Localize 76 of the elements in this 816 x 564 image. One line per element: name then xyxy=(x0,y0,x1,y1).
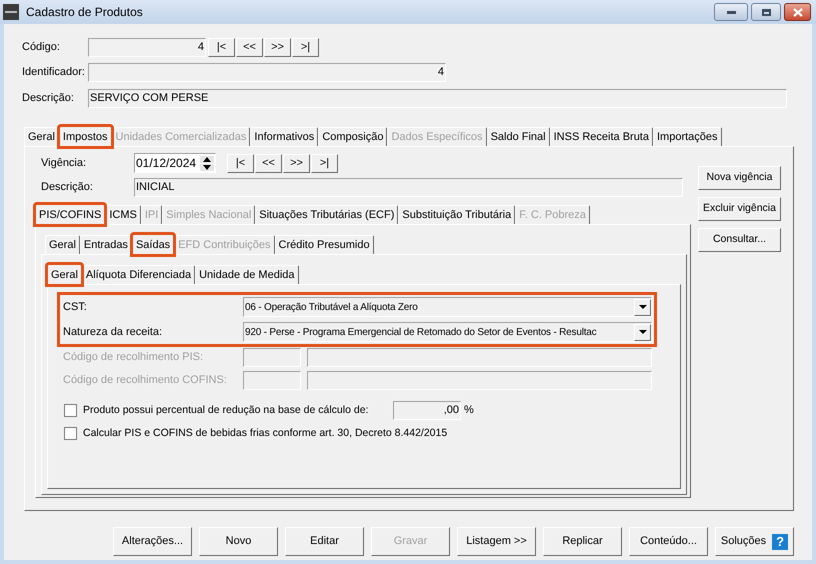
tab[interactable]: Alíquota Diferenciada xyxy=(82,265,196,284)
nav-button[interactable]: |< xyxy=(227,154,254,172)
tab[interactable]: Composição xyxy=(318,127,388,146)
tab[interactable]: Unidade de Medida xyxy=(195,265,298,284)
dropdown-button[interactable] xyxy=(634,324,651,340)
checkbox-label: Produto possui percentual de redução na base de cálculo de: xyxy=(83,402,370,418)
date-value: 01/12/2024 xyxy=(135,155,196,172)
dropdown-button[interactable] xyxy=(634,298,651,316)
window-title: Cadastro de Produtos xyxy=(26,4,143,21)
nav-button[interactable]: >| xyxy=(292,38,319,57)
nav-button[interactable]: >> xyxy=(264,38,291,57)
caret-icon xyxy=(638,305,646,309)
tab[interactable]: Saldo Final xyxy=(486,127,550,146)
checkbox[interactable] xyxy=(64,404,77,417)
field-label: CST: xyxy=(63,300,88,315)
dropdown-value: 920 - Perse - Programa Emergencial de Retomado do Setor de Eventos - Resultac xyxy=(244,326,598,340)
close-icon[interactable] xyxy=(792,8,802,16)
text-field[interactable] xyxy=(307,371,652,390)
nav-button[interactable]: << xyxy=(236,38,263,57)
date-field[interactable]: 01/12/2024 xyxy=(134,153,216,173)
dropdown-value: 06 - Operação Tributável a Alíquota Zero xyxy=(244,300,419,314)
caret-icon xyxy=(638,330,646,334)
action-button[interactable]: Listagem >> xyxy=(457,527,536,556)
field-label: Descrição: xyxy=(41,180,94,196)
app-icon xyxy=(3,4,19,20)
help-icon: ? xyxy=(772,534,788,550)
nav-button[interactable]: >| xyxy=(311,154,338,172)
dropdown-field[interactable]: 920 - Perse - Programa Emergencial de Retomado do Setor de Eventos - Resultac xyxy=(243,322,652,342)
side-button[interactable]: Excluir vigência xyxy=(698,197,781,221)
text-field[interactable]: ,00 xyxy=(393,401,461,420)
action-button[interactable]: Soluções ? xyxy=(715,527,794,556)
side-button[interactable]: Consultar... xyxy=(698,228,781,252)
action-button[interactable]: Replicar xyxy=(543,527,622,556)
tab[interactable]: Substituição Tributária xyxy=(398,205,516,224)
up-arrow-icon[interactable] xyxy=(200,156,214,162)
tab[interactable]: INSS Receita Bruta xyxy=(550,127,653,146)
minimize-button[interactable] xyxy=(714,3,748,21)
action-button[interactable]: Editar xyxy=(285,527,364,556)
action-button[interactable]: Alterações... xyxy=(113,527,192,556)
field-label: Código de recolhimento PIS: xyxy=(63,350,204,366)
tab[interactable]: Geral xyxy=(47,264,82,285)
text-field[interactable]: 4 xyxy=(88,63,446,82)
field-label: Código: xyxy=(22,40,61,56)
tab[interactable]: Geral xyxy=(45,235,80,254)
field-label: Natureza da receita: xyxy=(63,324,164,340)
tab[interactable]: Entradas xyxy=(80,235,132,254)
maximize-button[interactable] xyxy=(751,3,781,21)
action-button[interactable]: Novo xyxy=(199,527,278,556)
tab[interactable]: Importações xyxy=(652,127,722,146)
field-label: Identificador: xyxy=(22,65,86,80)
tab[interactable]: ICMS xyxy=(105,205,141,224)
side-button[interactable]: Nova vigência xyxy=(698,166,781,190)
nav-button[interactable]: << xyxy=(255,154,282,172)
text-field[interactable]: INICIAL xyxy=(134,178,683,197)
tab[interactable]: Informativos xyxy=(250,127,318,146)
text-field[interactable]: SERVIÇO COM PERSE xyxy=(88,89,787,108)
tab[interactable]: Situações Tributárias (ECF) xyxy=(255,205,398,224)
nav-button[interactable]: |< xyxy=(208,38,235,57)
unit-label: % xyxy=(464,403,474,418)
field-label: Código de recolhimento COFINS: xyxy=(63,373,228,388)
field-label: Vigência: xyxy=(41,156,88,171)
tab[interactable]: Crédito Presumido xyxy=(274,235,374,254)
text-field[interactable]: 4 xyxy=(88,38,206,57)
action-button[interactable]: Conteúdo... xyxy=(629,527,708,556)
tab[interactable]: Saídas xyxy=(132,234,174,255)
checkbox-label: Calcular PIS e COFINS de bebidas frias conforme art. 30, Decreto 8.442/2015 xyxy=(83,426,448,441)
tab[interactable]: PIS/COFINS xyxy=(35,204,106,225)
close-button[interactable] xyxy=(784,3,811,21)
nav-button[interactable]: >> xyxy=(283,154,310,172)
down-arrow-icon[interactable] xyxy=(200,164,214,170)
dropdown-field[interactable]: 06 - Operação Tributável a Alíquota Zero xyxy=(243,297,652,317)
text-field[interactable] xyxy=(307,348,652,367)
tab[interactable]: Geral xyxy=(24,127,59,146)
field-label: Descrição: xyxy=(22,91,75,106)
checkbox[interactable] xyxy=(64,427,77,440)
tab[interactable]: Impostos xyxy=(58,126,112,147)
